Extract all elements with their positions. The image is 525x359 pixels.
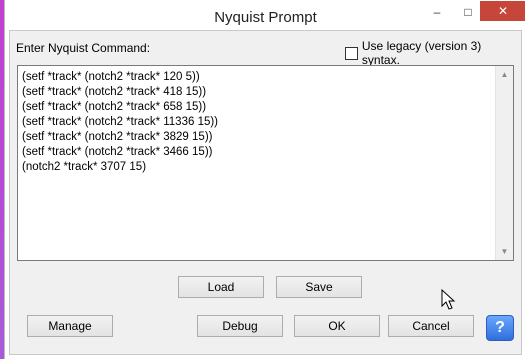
code-line: (setf *track* (notch2 *track* 120 5))	[22, 71, 200, 83]
code-line: (notch2 *track* 3707 15)	[22, 161, 147, 173]
command-textarea[interactable]: (setf *track* (notch2 *track* 120 5)) (s…	[17, 65, 514, 261]
code-line: (setf *track* (notch2 *track* 3829 15))	[22, 131, 213, 143]
minimize-button[interactable]: –	[422, 2, 452, 22]
cancel-button[interactable]: Cancel	[388, 315, 474, 337]
legacy-syntax-option[interactable]: Use legacy (version 3) syntax.	[345, 39, 521, 67]
code-line: (setf *track* (notch2 *track* 3466 15))	[22, 146, 213, 158]
legacy-syntax-checkbox[interactable]	[345, 46, 358, 60]
debug-button[interactable]: Debug	[197, 315, 283, 337]
legacy-syntax-label: Use legacy (version 3) syntax.	[361, 39, 482, 67]
load-button[interactable]: Load	[178, 276, 264, 298]
manage-button[interactable]: Manage	[27, 315, 113, 337]
maximize-button[interactable]: □	[453, 2, 483, 22]
close-button[interactable]: ✕	[480, 1, 525, 21]
command-label: Enter Nyquist Command:	[16, 41, 151, 55]
code-line: (setf *track* (notch2 *track* 11336 15))	[22, 116, 219, 128]
nyquist-prompt-dialog: Nyquist Prompt – □ ✕ Enter Nyquist Comma…	[4, 0, 525, 359]
scroll-down-icon[interactable]: ▼	[496, 243, 513, 260]
dialog-body: Enter Nyquist Command: Use legacy (versi…	[9, 30, 522, 355]
ok-button[interactable]: OK	[294, 315, 380, 337]
code-line: (setf *track* (notch2 *track* 418 15))	[22, 86, 207, 98]
scroll-up-icon[interactable]: ▲	[496, 66, 513, 83]
title-bar[interactable]: Nyquist Prompt – □ ✕	[5, 0, 525, 30]
code-line: (setf *track* (notch2 *track* 658 15))	[22, 101, 207, 113]
command-text: (setf *track* (notch2 *track* 120 5)) (s…	[22, 70, 493, 175]
save-button[interactable]: Save	[276, 276, 362, 298]
vertical-scrollbar[interactable]: ▲ ▼	[495, 66, 513, 260]
help-button[interactable]: ?	[486, 315, 514, 341]
mouse-cursor-icon	[441, 289, 456, 310]
